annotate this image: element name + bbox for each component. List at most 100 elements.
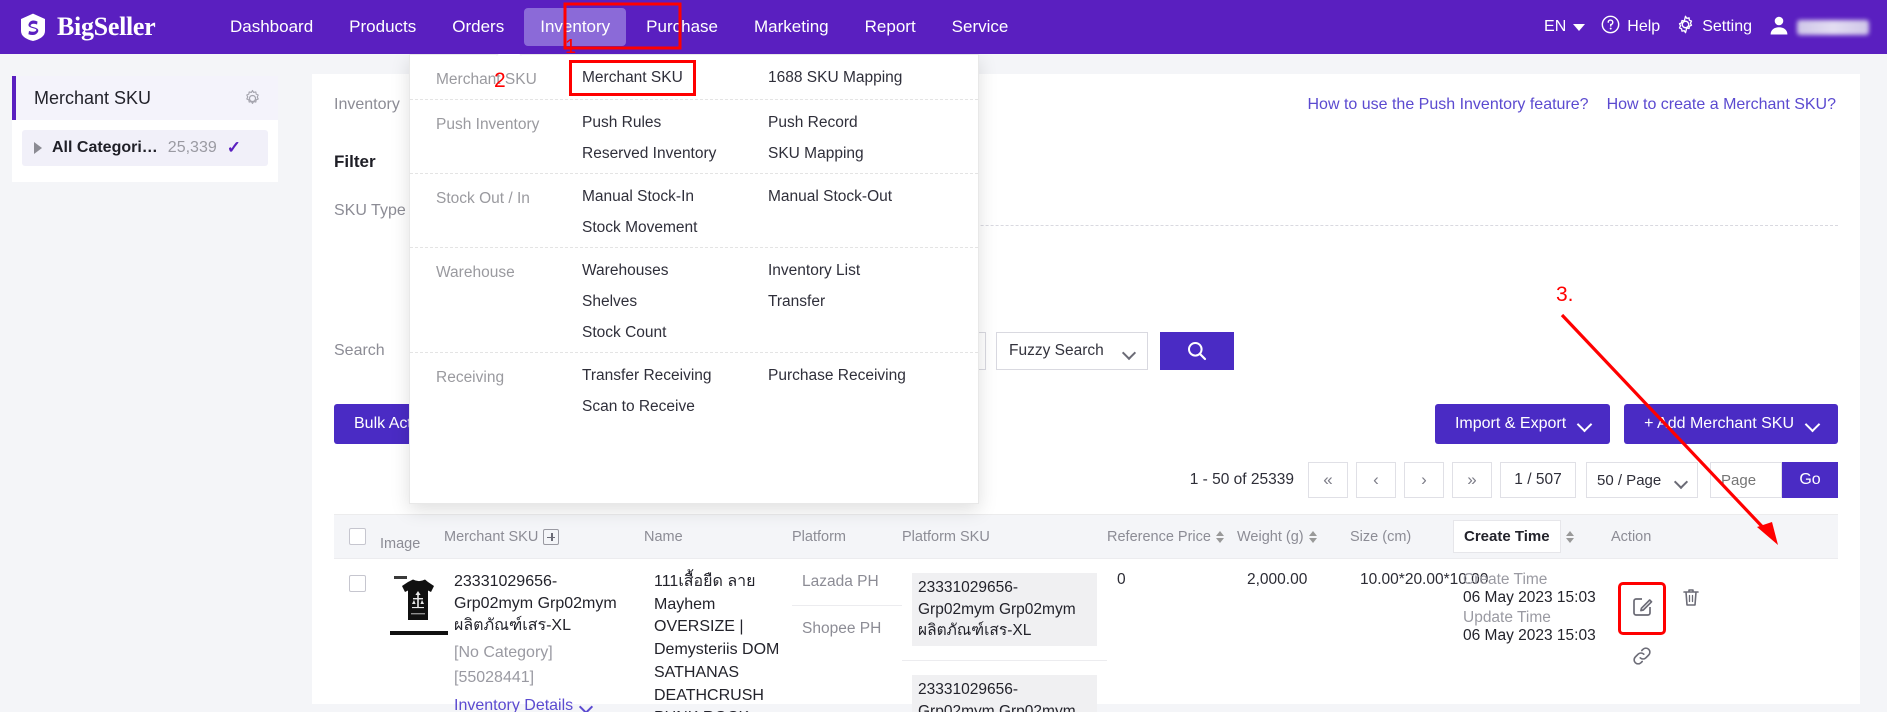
update-time-label: Update Time: [1463, 609, 1551, 626]
link-button[interactable]: [1630, 647, 1654, 672]
dropdown-links: Manual Stock-In Stock Movement Manual St…: [582, 188, 978, 237]
dropdown-links: Merchant SKU 1688 SKU Mapping: [569, 60, 978, 96]
triangle-right-icon[interactable]: [34, 142, 42, 154]
sidebar-item-count: 25,339: [167, 139, 217, 156]
page-jump-input[interactable]: [1710, 462, 1782, 498]
pagination-prev-button[interactable]: ‹: [1356, 462, 1396, 498]
dropdown-column-1: Manual Stock-In Stock Movement: [582, 188, 768, 237]
column-header-create-time-label: Create Time: [1453, 520, 1561, 553]
sidebar-item-all-categories[interactable]: All Categori… 25,339 ✓: [22, 130, 268, 166]
dropdown-group-stock-out-in: Stock Out / In Manual Stock-In Stock Mov…: [410, 174, 978, 248]
table-header-row: Image Merchant SKU Name Platform Platfor…: [334, 514, 1838, 558]
pagination-next-button[interactable]: ›: [1404, 462, 1444, 498]
page-size-value: 50 / Page: [1597, 471, 1662, 489]
dropdown-link-manual-stock-in[interactable]: Manual Stock-In: [582, 188, 694, 206]
column-header-weight-label: Weight (g): [1237, 528, 1304, 545]
dropdown-category-warehouse: Warehouse: [436, 264, 515, 281]
gear-icon[interactable]: [243, 89, 262, 108]
help-button[interactable]: Help: [1601, 15, 1660, 39]
row-checkbox[interactable]: [348, 575, 366, 592]
dropdown-link-stock-count[interactable]: Stock Count: [582, 324, 666, 342]
column-header-name: Name: [644, 528, 683, 545]
search-button[interactable]: [1160, 332, 1234, 370]
platform-item: Shopee PH: [792, 606, 902, 652]
update-time-value: 06 May 2023 15:03: [1463, 627, 1596, 644]
question-circle-icon: [1601, 15, 1620, 39]
setting-button[interactable]: Setting: [1676, 15, 1752, 39]
dropdown-group-push-inventory: Push Inventory Push Rules Reserved Inven…: [410, 100, 978, 174]
dropdown-category-stock-out-in: Stock Out / In: [436, 190, 530, 207]
brand-name: BigSeller: [57, 12, 156, 41]
nav-items: Dashboard Products Orders Inventory Purc…: [214, 8, 1024, 46]
add-merchant-sku-button[interactable]: + Add Merchant SKU: [1624, 404, 1838, 444]
add-column-icon[interactable]: [543, 528, 560, 545]
column-header-merchant-sku-label: Merchant SKU: [444, 528, 539, 545]
app-root: BigSeller Dashboard Products Orders Inve…: [0, 0, 1887, 712]
nav-item-marketing[interactable]: Marketing: [738, 8, 845, 46]
sidebar-title: Merchant SKU: [34, 87, 152, 108]
brand-logo[interactable]: BigSeller: [0, 12, 200, 42]
dropdown-link-push-record[interactable]: Push Record: [768, 114, 858, 132]
dropdown-link-sku-mapping[interactable]: SKU Mapping: [768, 145, 864, 163]
column-header-create-time[interactable]: Create Time: [1453, 520, 1611, 553]
row-code: [55028441]: [454, 669, 535, 687]
nav-item-dashboard[interactable]: Dashboard: [214, 8, 329, 46]
chevron-down-icon: [1578, 420, 1590, 428]
nav-item-purchase[interactable]: Purchase: [630, 8, 734, 46]
page-go-button[interactable]: Go: [1782, 462, 1838, 498]
nav-item-report[interactable]: Report: [849, 8, 932, 46]
dropdown-column-2: 1688 SKU Mapping: [768, 69, 954, 89]
row-product-name: 111เสื้อยืด ลาย Mayhem OVERSIZE | Demyst…: [654, 573, 780, 712]
page-size-select[interactable]: 50 / Page: [1586, 462, 1698, 498]
avatar: [1768, 14, 1790, 41]
bigseller-logo-icon: [18, 12, 48, 42]
dropdown-link-1688-sku-mapping[interactable]: 1688 SKU Mapping: [768, 69, 902, 87]
dropdown-link-stock-movement[interactable]: Stock Movement: [582, 219, 697, 237]
select-all-checkbox[interactable]: [348, 528, 366, 545]
dropdown-link-transfer[interactable]: Transfer: [768, 293, 825, 311]
dropdown-link-inventory-list[interactable]: Inventory List: [768, 262, 860, 280]
top-navigation-bar: BigSeller Dashboard Products Orders Inve…: [0, 0, 1887, 54]
left-sidebar: Merchant SKU All Categori… 25,339 ✓: [0, 54, 290, 712]
inventory-details-toggle[interactable]: Inventory Details: [454, 697, 634, 712]
help-link-push-inventory[interactable]: How to use the Push Inventory feature?: [1308, 96, 1589, 114]
row-merchant-sku-cell: 23331029656-Grp02mym Grp02mym ผลิตภัณฑ์เ…: [444, 559, 644, 712]
nav-item-products[interactable]: Products: [333, 8, 432, 46]
column-header-reference-price[interactable]: Reference Price: [1107, 529, 1237, 545]
dropdown-link-reserved-inventory[interactable]: Reserved Inventory: [582, 145, 716, 163]
sort-arrows-icon: [1215, 530, 1224, 543]
pagination-first-button[interactable]: «: [1308, 462, 1348, 498]
dropdown-column-1: Merchant SKU: [569, 60, 768, 96]
dropdown-link-shelves[interactable]: Shelves: [582, 293, 637, 311]
dropdown-group-receiving: Receiving Transfer Receiving Scan to Rec…: [410, 353, 978, 426]
dropdown-link-scan-to-receive[interactable]: Scan to Receive: [582, 398, 695, 416]
sort-arrows-icon: [1308, 530, 1317, 543]
account-name-blurred: [1797, 19, 1869, 35]
user-account[interactable]: [1768, 14, 1869, 41]
dropdown-link-purchase-receiving[interactable]: Purchase Receiving: [768, 367, 906, 385]
dropdown-column-1: Warehouses Shelves Stock Count: [582, 262, 768, 342]
dropdown-link-warehouses[interactable]: Warehouses: [582, 262, 668, 280]
match-mode-value: Fuzzy Search: [1009, 342, 1104, 359]
pagination-last-button[interactable]: »: [1452, 462, 1492, 498]
match-mode-select[interactable]: Fuzzy Search: [996, 332, 1148, 370]
dropdown-link-merchant-sku[interactable]: Merchant SKU: [569, 60, 696, 96]
product-thumbnail[interactable]: [390, 573, 448, 635]
dropdown-column-1: Push Rules Reserved Inventory: [582, 114, 768, 163]
nav-item-orders[interactable]: Orders: [436, 8, 520, 46]
edit-button[interactable]: [1618, 582, 1666, 635]
dropdown-category-receiving: Receiving: [436, 369, 505, 386]
table-row: 23331029656-Grp02mym Grp02mym ผลิตภัณฑ์เ…: [334, 558, 1838, 712]
import-export-button[interactable]: Import & Export: [1434, 404, 1611, 444]
nav-item-service[interactable]: Service: [936, 8, 1025, 46]
dropdown-link-push-rules[interactable]: Push Rules: [582, 114, 661, 132]
language-selector[interactable]: EN: [1544, 18, 1586, 36]
dropdown-link-transfer-receiving[interactable]: Transfer Receiving: [582, 367, 712, 385]
delete-button[interactable]: [1679, 585, 1703, 609]
help-link-create-merchant-sku[interactable]: How to create a Merchant SKU?: [1607, 96, 1836, 114]
column-header-weight[interactable]: Weight (g): [1237, 529, 1350, 545]
platform-item: Lazada PH: [792, 559, 902, 606]
language-label: EN: [1544, 18, 1567, 35]
dropdown-link-manual-stock-out[interactable]: Manual Stock-Out: [768, 188, 892, 206]
nav-item-inventory[interactable]: Inventory: [524, 8, 627, 46]
